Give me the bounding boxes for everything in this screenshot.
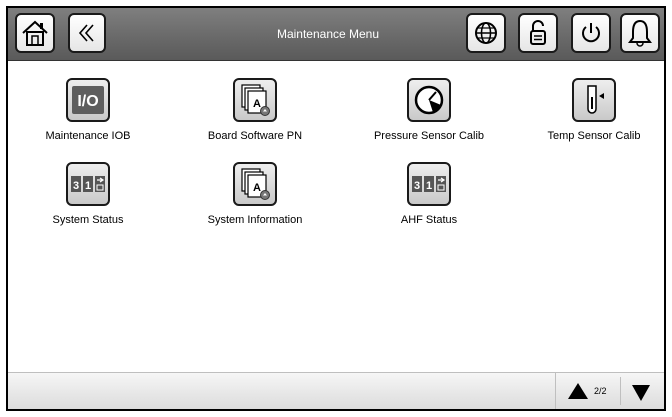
tile-system-status[interactable]: 3 1 System Status <box>13 162 163 226</box>
document-stack-icon: A <box>241 168 270 200</box>
svg-text:3: 3 <box>73 180 79 192</box>
power-icon <box>582 23 600 43</box>
home-icon <box>22 20 48 46</box>
maintenance-screen: Maintenance Menu I/O Maintenance IOB A B… <box>6 6 666 411</box>
gauge-icon <box>414 85 444 115</box>
tile-temp-sensor-calib[interactable]: Temp Sensor Calib <box>519 78 664 142</box>
calendar-counter-icon: 3 1 <box>412 176 446 192</box>
alarm-bell-icon <box>628 19 652 47</box>
lock-button[interactable] <box>518 13 558 53</box>
page-up-icon[interactable] <box>568 383 588 399</box>
tile-label: Pressure Sensor Calib <box>373 130 485 142</box>
header-bar: Maintenance Menu <box>8 8 664 61</box>
temp-sensor-calib-button[interactable] <box>572 78 616 122</box>
tile-maintenance-iob[interactable]: I/O Maintenance IOB <box>13 78 163 142</box>
page-down-icon[interactable] <box>632 385 650 401</box>
tile-system-information[interactable]: A System Information <box>180 162 330 226</box>
tile-pressure-sensor-calib[interactable]: Pressure Sensor Calib <box>354 78 504 142</box>
back-icon <box>78 24 94 42</box>
tile-label: Board Software PN <box>207 130 303 142</box>
tile-label: Maintenance IOB <box>45 130 131 142</box>
thermometer-icon <box>587 85 604 114</box>
tile-ahf-status[interactable]: 3 1 AHF Status <box>354 162 504 226</box>
svg-text:A: A <box>253 182 261 194</box>
power-button[interactable] <box>571 13 611 53</box>
ahf-status-button[interactable]: 3 1 <box>407 162 451 206</box>
svg-text:I/O: I/O <box>77 93 98 110</box>
svg-text:3: 3 <box>414 180 420 192</box>
page-title: Maintenance Menu <box>276 27 380 41</box>
svg-text:A: A <box>253 98 261 110</box>
pager: 2/2 <box>555 373 664 409</box>
footer-bar: 2/2 <box>8 372 664 409</box>
tile-label: System Status <box>52 214 124 226</box>
language-button[interactable] <box>466 13 506 53</box>
board-software-pn-button[interactable]: A <box>233 78 277 122</box>
pager-divider <box>620 377 621 405</box>
tile-board-software-pn[interactable]: A Board Software PN <box>180 78 330 142</box>
alarm-button[interactable] <box>620 13 660 53</box>
tile-label: System Information <box>207 214 303 226</box>
svg-text:1: 1 <box>85 180 91 192</box>
tile-label: AHF Status <box>400 214 458 226</box>
pressure-sensor-calib-button[interactable] <box>407 78 451 122</box>
system-information-button[interactable]: A <box>233 162 277 206</box>
maintenance-iob-button[interactable]: I/O <box>66 78 110 122</box>
back-button[interactable] <box>68 13 106 53</box>
io-icon: I/O <box>72 86 104 114</box>
home-button[interactable] <box>15 13 55 53</box>
tile-label: Temp Sensor Calib <box>547 130 641 142</box>
globe-icon <box>475 22 497 44</box>
calendar-counter-icon: 3 1 <box>71 176 105 192</box>
svg-text:1: 1 <box>426 180 432 192</box>
document-stack-icon: A <box>241 84 270 116</box>
lock-icon <box>530 20 546 45</box>
page-indicator: 2/2 <box>594 386 607 396</box>
system-status-button[interactable]: 3 1 <box>66 162 110 206</box>
